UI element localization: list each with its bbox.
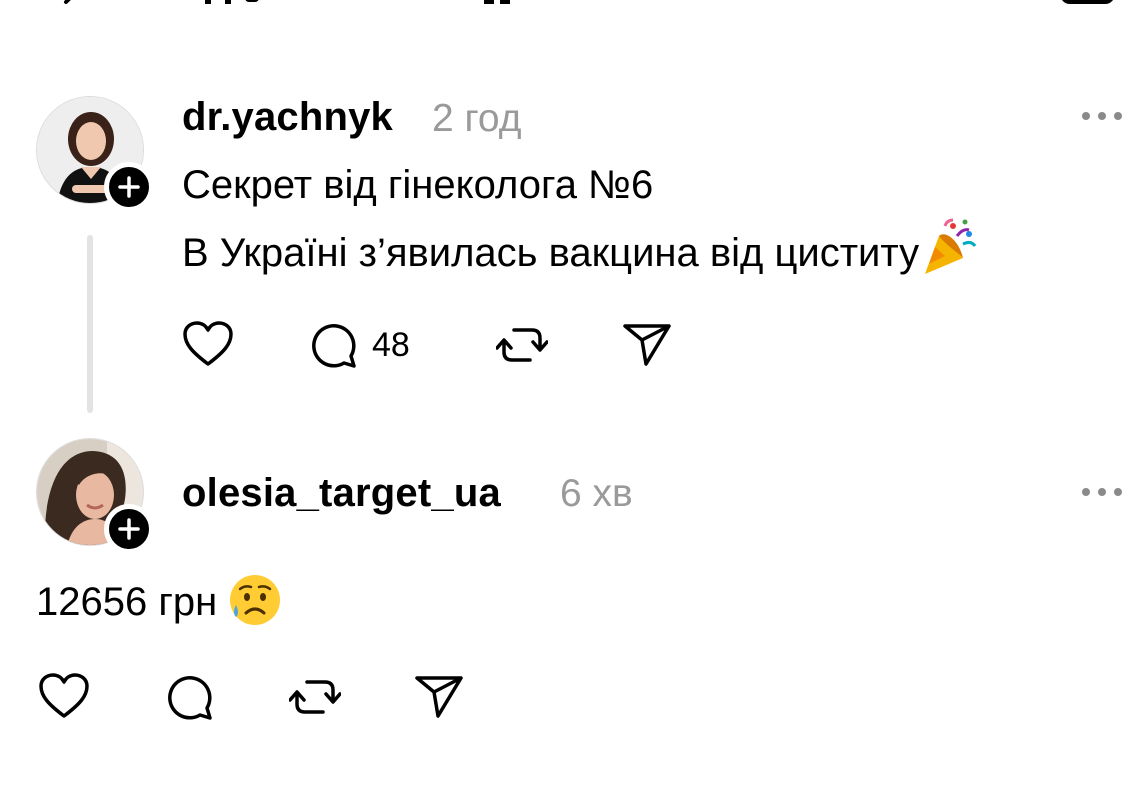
post-text: В Україні з’явилась вакцина від циститу [182,231,920,275]
back-chevron-icon[interactable] [60,0,84,6]
more-dot [1098,112,1106,120]
post-timestamp: 2 год [432,97,522,140]
post-username[interactable]: olesia_target_ua [182,471,501,516]
more-options-icon [1082,488,1090,496]
comment-count: 48 [372,325,410,364]
more-dot [1098,488,1106,496]
heart-icon [183,321,233,366]
follow-button[interactable] [104,504,154,554]
plus-icon [118,176,140,198]
post-text-line: Секрет від гінеколога №6 [182,163,654,207]
repost-icon [496,328,548,362]
share-button[interactable] [414,672,464,720]
post-text: 12656 грн [36,580,218,624]
comment-bubble-icon [312,324,356,368]
plus-icon [118,518,140,540]
comment-button[interactable]: 48 [308,320,410,370]
repost-button[interactable] [496,320,548,370]
comment-button[interactable] [164,672,214,722]
post-text-line-2: В Україні з’явилась вакцина від циститу [182,218,979,278]
menu-icon[interactable] [1060,0,1115,6]
heart-icon [39,673,89,718]
party-popper-icon [925,218,977,275]
follow-button[interactable] [104,162,154,212]
more-dot [1114,488,1122,496]
repost-button[interactable] [289,672,341,722]
sad-but-relieved-face-icon [230,575,281,626]
post-timestamp: 6 хв [560,472,633,515]
like-button[interactable] [38,672,90,720]
share-button[interactable] [622,320,672,368]
like-button[interactable] [182,320,234,368]
header-title-bold-fragment [484,0,510,4]
more-dot [1114,112,1122,120]
header-title-fragment [205,0,259,4]
more-options-button[interactable] [1082,106,1122,126]
thread-connector-line [87,235,93,413]
comment-bubble-icon [168,676,212,720]
more-options-button[interactable] [1082,482,1122,502]
top-navigation-bar [0,0,1141,18]
repost-icon [289,680,341,714]
post-text-line: 12656 грн [36,575,282,627]
more-options-icon [1082,112,1090,120]
post-username[interactable]: dr.yachnyk [182,95,393,140]
send-icon [623,324,671,366]
send-icon [415,676,463,718]
